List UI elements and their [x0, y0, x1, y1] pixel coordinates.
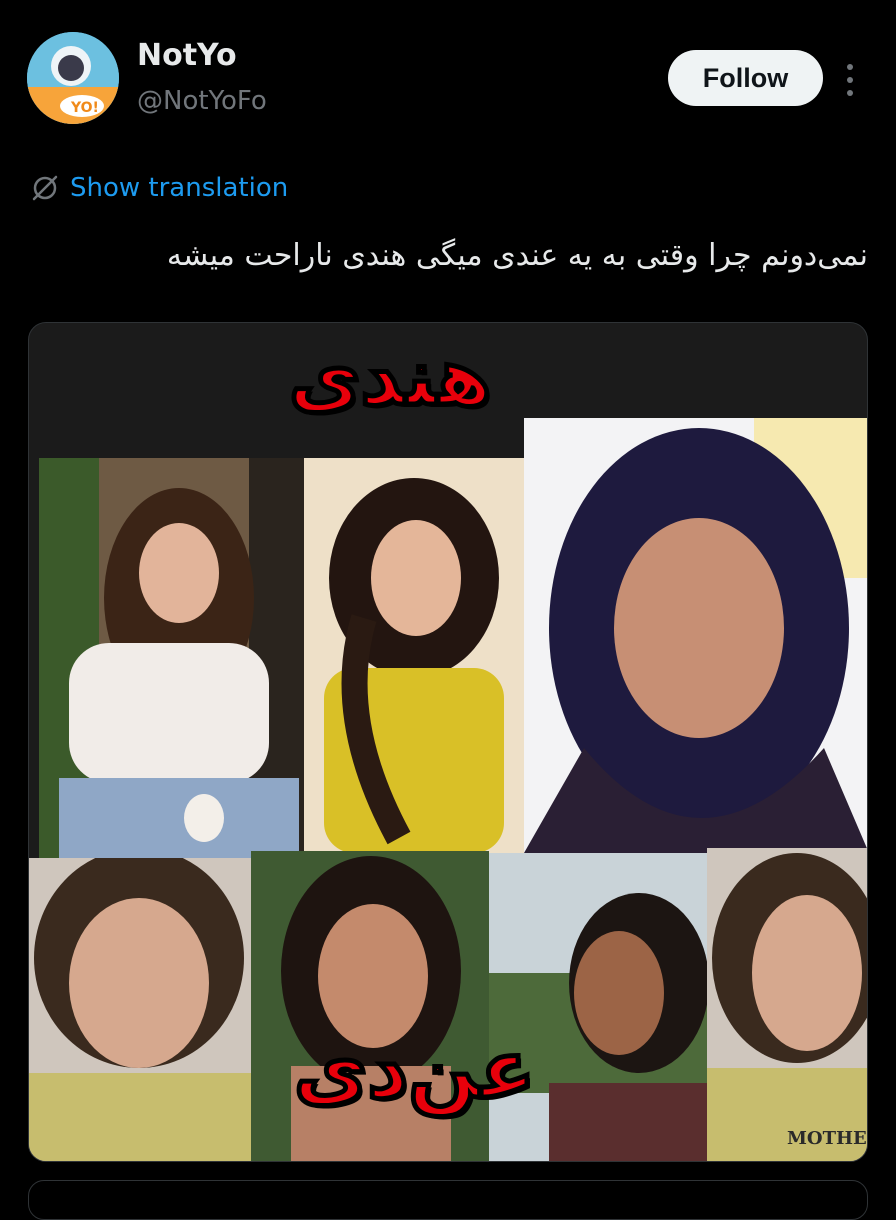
photo-woman-4	[29, 858, 251, 1161]
photo-woman-3	[524, 418, 867, 853]
no-translate-icon	[32, 175, 58, 201]
avatar-image: YO!	[27, 32, 119, 124]
shirt-text: MOTHER	[787, 1128, 867, 1149]
meme-top-label: هندی	[286, 331, 493, 426]
photo-woman-2	[304, 458, 524, 853]
author-handle[interactable]: @NotYoFo	[137, 86, 267, 116]
meme-bottom-label: عن‌دی	[291, 1021, 537, 1119]
show-translation-link[interactable]: Show translation	[30, 170, 288, 206]
tweet-text: نمی‌دونم چرا وقتی به یه عندی میگی هندی ن…	[166, 238, 868, 273]
next-card-edge	[28, 1180, 868, 1220]
post-header: YO! NotYo @NotYoFo Follow	[0, 0, 896, 150]
photo-woman-1	[39, 458, 304, 858]
author-display-name[interactable]: NotYo	[137, 38, 237, 73]
show-translation-label: Show translation	[70, 173, 289, 203]
author-avatar[interactable]: YO!	[27, 32, 119, 124]
svg-text:YO!: YO!	[70, 100, 99, 116]
follow-button[interactable]: Follow	[668, 50, 823, 106]
photo-woman-7: MOTHER	[707, 848, 867, 1161]
more-dots-icon[interactable]	[838, 60, 862, 100]
post-media[interactable]: هندی	[28, 322, 868, 1162]
